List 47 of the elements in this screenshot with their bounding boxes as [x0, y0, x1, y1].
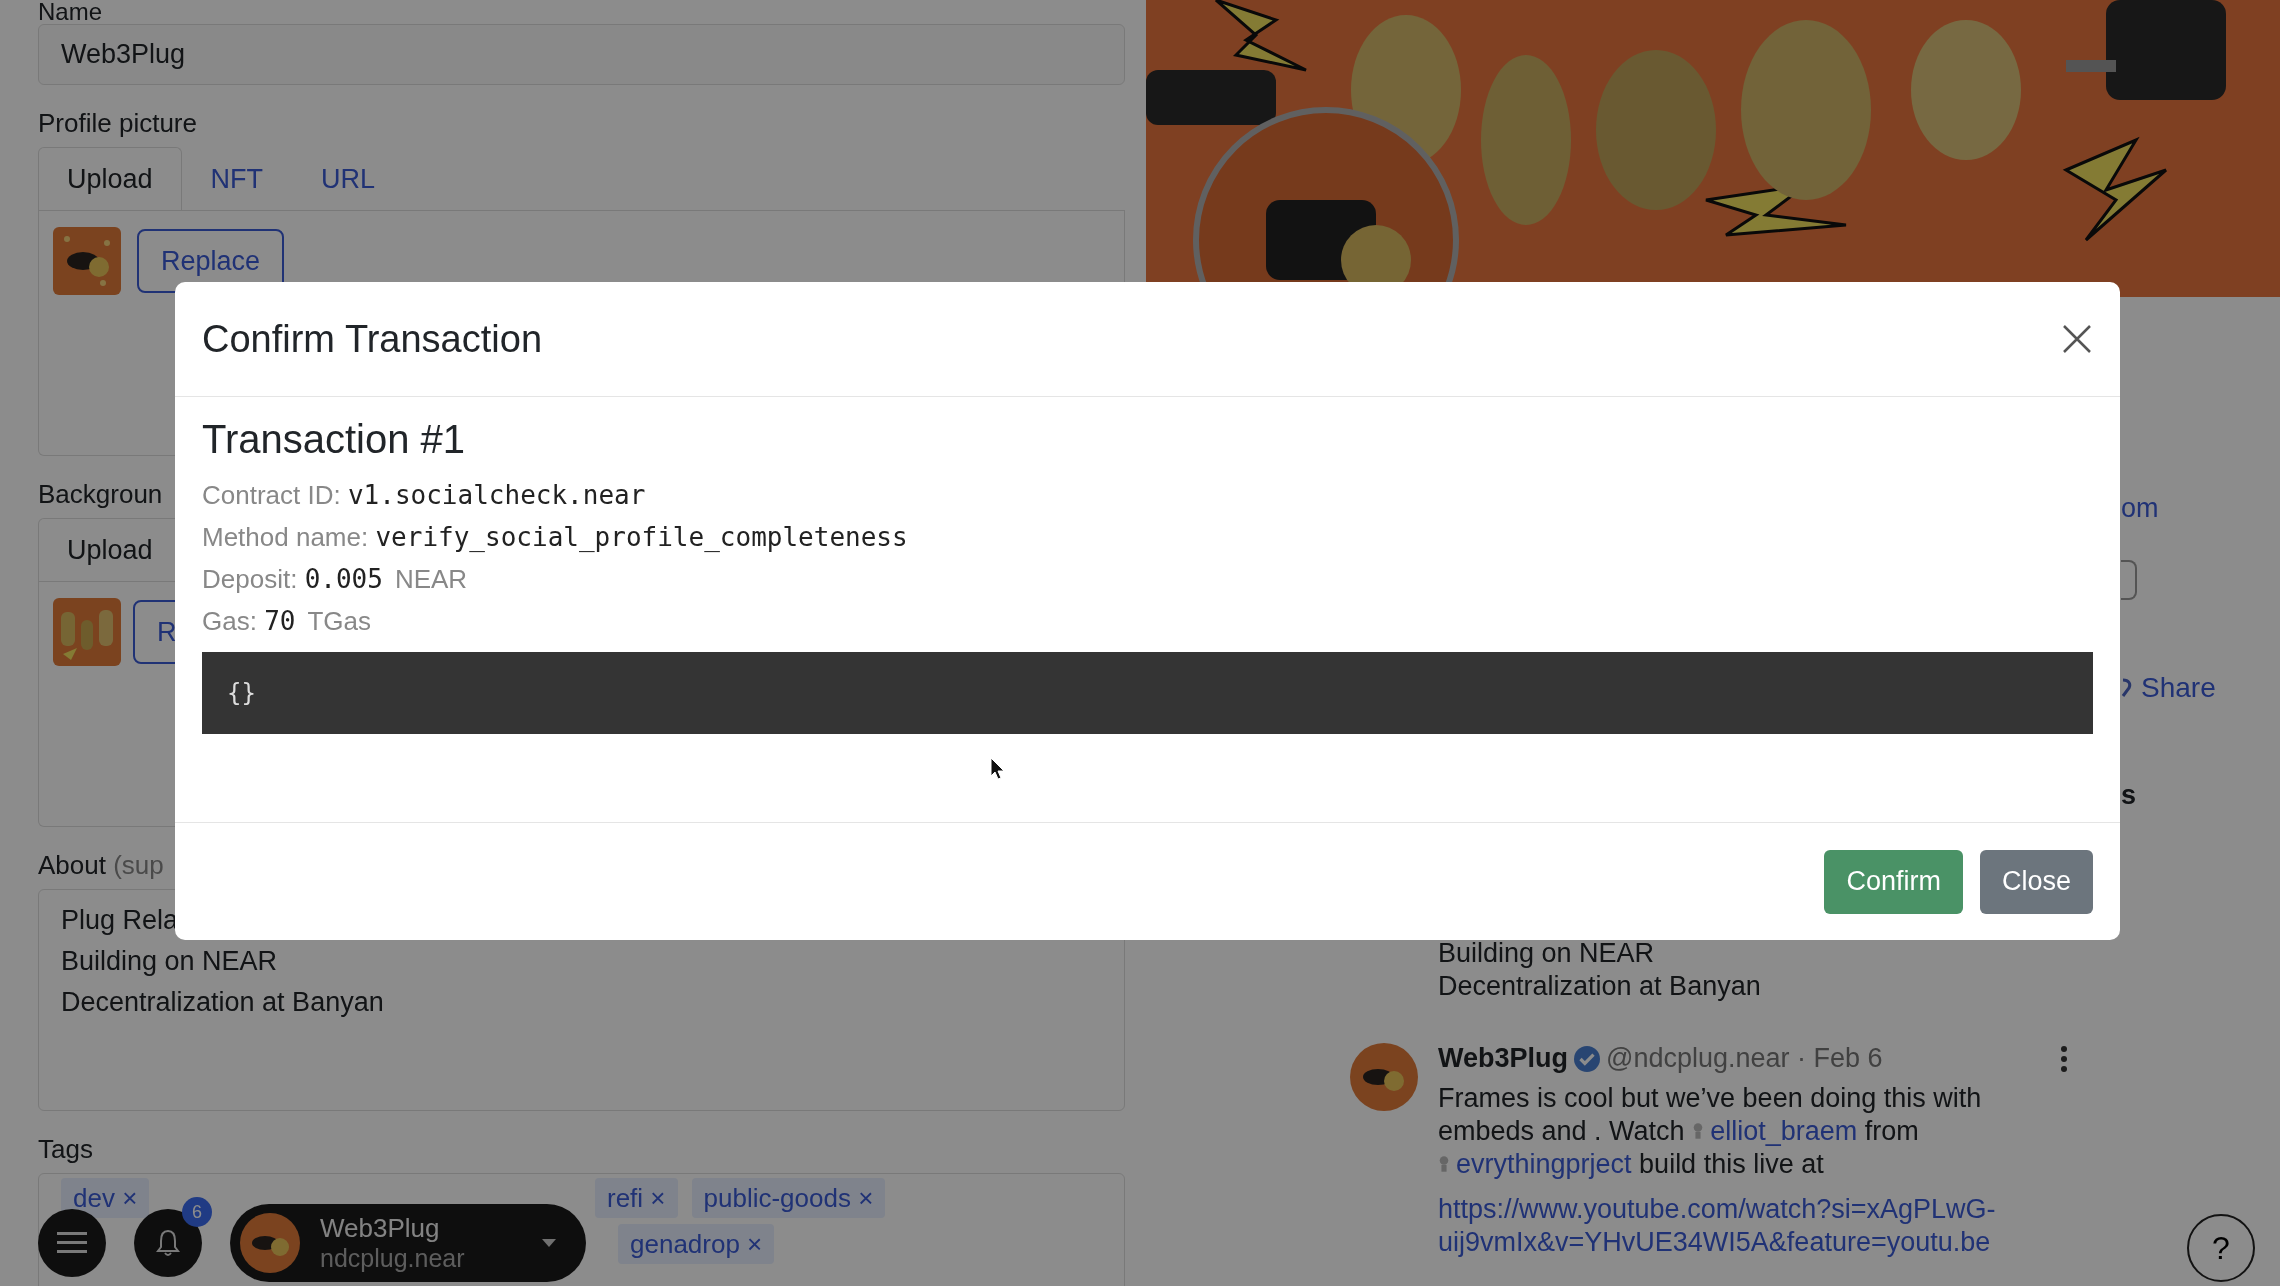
user-icon: [1438, 1155, 1450, 1173]
transaction-title: Transaction #1: [202, 417, 467, 462]
cursor-icon: [990, 757, 1006, 781]
field-label: Backgroun: [38, 478, 163, 510]
field-label: Name: [38, 0, 103, 24]
account-id: ndcplug.near: [320, 1244, 465, 1273]
video-link[interactable]: https://www.youtube.com/watch?si=xAgPLwG-uij9vmIx&v=YHvUE34WI5A&feature=youtu.be: [1438, 1193, 2038, 1259]
close-icon[interactable]: [2062, 324, 2092, 354]
help-button[interactable]: ?: [2187, 1214, 2255, 1282]
share-link[interactable]: Share: [2121, 672, 2216, 704]
tag: refi ×: [595, 1178, 678, 1218]
author-name[interactable]: Web3Plug: [1438, 1043, 1569, 1074]
field-label: Profile picture: [38, 107, 197, 139]
notification-badge: 6: [182, 1197, 212, 1227]
bio-text: Building on NEAR: [1438, 937, 1656, 970]
code-block: {}: [202, 652, 2093, 734]
tag: genadrop ×: [618, 1224, 775, 1264]
dialog-button[interactable]: Confirm: [1824, 849, 1963, 914]
detail-text: Contract ID: v1.socialcheck.near: [202, 479, 647, 512]
post-text: Frames is cool but we’ve been doing this with embeds and . Watch elliot_braem from evrythingprject build this live at: [1438, 1082, 1983, 1181]
user-icon: [1692, 1122, 1705, 1140]
tab[interactable]: Upload: [38, 147, 182, 210]
bio-text: Decentralization at Banyan: [1438, 970, 1762, 1003]
tag: public-goods ×: [691, 1178, 886, 1218]
field-label: About (sup: [38, 849, 164, 881]
avatar: [1350, 1043, 1418, 1111]
detail-text: Method name: verify_social_profile_completeness: [202, 521, 909, 554]
post-meta: @ndcplug.near · Feb 6: [1606, 1043, 1883, 1074]
section-heading: s: [2121, 780, 2137, 811]
detail-text: Gas: 70 TGas: [202, 605, 373, 638]
name-input[interactable]: Web3Plug: [38, 24, 1125, 85]
detail-text: Deposit: 0.005 NEAR: [202, 563, 469, 596]
mention-link[interactable]: evrythingprject: [1438, 1149, 1632, 1179]
tab[interactable]: URL: [292, 147, 405, 210]
user-name: Web3Plug: [320, 1213, 440, 1244]
caret-icon: [542, 1239, 556, 1247]
bell-icon: [156, 1229, 180, 1257]
modal-title: Confirm Transaction: [202, 317, 542, 361]
tab[interactable]: NFT: [181, 147, 293, 210]
mention-link[interactable]: elliot_braem: [1692, 1116, 1858, 1146]
account-menu[interactable]: Web3Plug ndcplug.near: [230, 1204, 586, 1282]
more-icon[interactable]: [2060, 1044, 2068, 1073]
menu-icon: [57, 1231, 87, 1255]
dialog-button[interactable]: Close: [1979, 849, 2093, 914]
avatar: [240, 1213, 300, 1273]
field-label: Tags: [38, 1133, 93, 1165]
website-link[interactable]: om: [2121, 493, 2159, 524]
